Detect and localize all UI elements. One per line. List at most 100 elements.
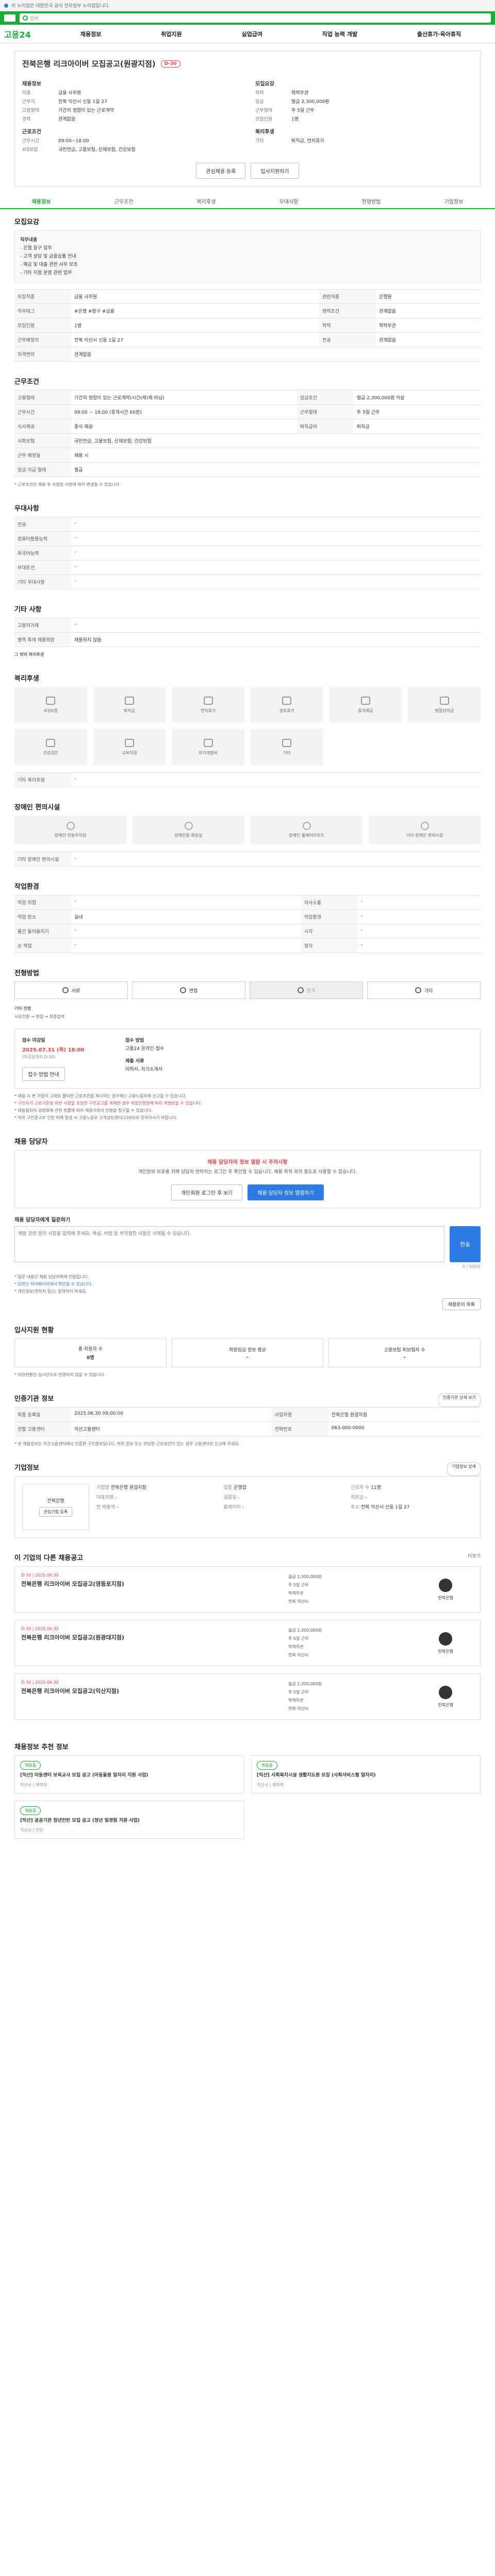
tab-welfare[interactable]: 복리후생 [165, 194, 248, 208]
kv-row: 근무지 전북 익산시 신동 1길 27 [22, 98, 240, 107]
kv-value: - [116, 1505, 119, 1510]
nav-item[interactable]: 직업 능력 개발 [322, 30, 357, 38]
cell: 퇴직금 [353, 419, 481, 434]
tab-prefer[interactable]: 우대사항 [248, 194, 330, 208]
cell: 익산고용센터 [71, 1421, 272, 1436]
facility-card: 기타 장애인 편의시설 [369, 816, 481, 844]
table-row: 물건 들어올리기 - 시각 - [14, 924, 481, 939]
deadline-col: 접수 마감일 2025.07.31 (목) 18:00 (마감일까지 D-30)… [22, 1037, 115, 1081]
cell-head: 학력 [319, 318, 376, 333]
similar-title[interactable]: [익산] 공공기관 청년인턴 모집 공고 (청년 일경험 지원 사업) [20, 1817, 238, 1824]
section-title: 모집요강 [14, 218, 39, 226]
facility-label: 장애인용 화장실 [174, 833, 203, 838]
qa-input[interactable] [14, 1226, 444, 1262]
welfare-label: 자기계발비 [199, 750, 218, 755]
kv-value: 전북은행 원광지점 [110, 1485, 146, 1490]
notice-line: * 채용 시 본 기업이 고의로 불리한 근로조건을 제시하는 경우에는 고용노… [14, 1094, 187, 1098]
login-view-button[interactable]: 개인회원 로그인 후 보기 [171, 1184, 243, 1200]
job-card-title[interactable]: 전북은행 리크아이버 모집공고(원광대지점) [21, 1633, 283, 1641]
cell: 2025.06.30 09:00:00 [71, 1407, 272, 1422]
job-card-title[interactable]: 전북은행 리크아이버 모집공고(영등포지점) [21, 1580, 283, 1588]
group-title: 모집요강 [255, 81, 274, 87]
welfare-label: 건강검진 [43, 750, 59, 755]
cell-head: 관련직종 [319, 289, 376, 304]
kv-key: 근무지 [22, 99, 35, 105]
similar-meta: 익산시 | 인턴 [20, 1828, 43, 1833]
summary-columns: 채용정보 직종 금융 사무원 근무지 전북 익산시 신동 1길 27 고용형태 기간의… [22, 76, 473, 155]
logo[interactable] [4, 14, 15, 22]
company-kv: 홈페이지 - [224, 1503, 346, 1510]
more-link[interactable]: 더보기 [468, 1552, 481, 1566]
welfare-card: 명절상여금 [408, 687, 481, 723]
cell: 채용하지 않음 [71, 632, 481, 647]
tab-condition[interactable]: 근무조건 [82, 194, 165, 208]
welfare-card: 기타 [251, 729, 323, 765]
section-title: 복리후생 [14, 675, 39, 683]
step-label: 합격 [306, 988, 316, 994]
company-logo-icon [439, 1632, 452, 1646]
cell: 학력무관 [375, 318, 481, 333]
cell-head: 사업자명 [271, 1407, 328, 1422]
deadline-date: 2025.07.31 (목) 18:00 [22, 1047, 85, 1053]
apply-button[interactable]: 입사지원하기 [251, 163, 299, 179]
kv-key: 직종 [22, 91, 31, 96]
kv-value: 월급 2,300,000원 [291, 99, 329, 105]
similar-meta: 익산시 | 계약직 [20, 1783, 47, 1787]
similar-title[interactable]: [익산] 아동센터 보육교사 모집 공고 (아동돌봄 일자리 지원 사업) [20, 1772, 238, 1779]
cell-head: 식사제공 [14, 419, 71, 434]
kv-value: 주 5일 근무 [291, 108, 315, 113]
job-summary-box: 전북은행 리크아이버 모집공고(원광지점) D-30 채용정보 직종 금융 사무원… [14, 50, 481, 187]
table-row: 모집인원 1명 학력 학력무관 [14, 318, 481, 333]
cell: - [357, 909, 481, 924]
kv-value: - [242, 1505, 244, 1510]
similar-card[interactable]: 채용중 [익산] 사회복지시설 생활지도원 모집 (사회서비스형 일자리) 익산… [251, 1755, 481, 1793]
kv-key: 근무시간 [22, 139, 40, 144]
similar-title[interactable]: [익산] 사회복지시설 생활지도원 모집 (사회서비스형 일자리) [257, 1772, 475, 1779]
kv-row: 경력 관계없음 [22, 115, 240, 124]
nav-item[interactable]: 채용정보 [80, 30, 101, 38]
job-card[interactable]: D-30 | 2025.06.30 전북은행 리크아이버 모집공고(영등포지점)… [14, 1566, 481, 1613]
section-title: 기타 사항 [14, 606, 42, 614]
nav-item[interactable]: 실업급여 [241, 30, 262, 38]
search-input[interactable]: 검색 [20, 13, 491, 23]
table-row: 손 작업 - 청각 - [14, 938, 481, 953]
qa-list-button[interactable]: 채용문의 목록 [442, 1298, 481, 1310]
kv-value: - [115, 1495, 117, 1500]
duty-box: 직무내용 - 은행 창구 업무 - 고객 상담 및 금융상품 안내 - 예금 및… [14, 230, 481, 283]
job-card-meta: 월급 2,300,000원 주 5일 근무 학력무관 전북 익산시 [288, 1626, 412, 1659]
kv-key: 임금 [255, 99, 264, 105]
health-icon [46, 738, 56, 747]
interest-company-button[interactable]: 관심기업 등록 [39, 1507, 73, 1517]
facility-card: 장애인 휠체어리프트 [251, 816, 362, 844]
interest-button[interactable]: 관심채용 등록 [196, 163, 246, 179]
insurance-icon [46, 696, 56, 705]
tab-process[interactable]: 전형방법 [330, 194, 412, 208]
apply-guide-button[interactable]: 접수 방법 안내 [22, 1067, 65, 1081]
qa-send-button[interactable]: 전송 [450, 1226, 481, 1262]
job-tag: D-30 | 2025.06.30 [21, 1680, 59, 1685]
job-card[interactable]: D-30 | 2025.06.30 전북은행 리크아이버 모집공고(익산지점) … [14, 1673, 481, 1720]
brand[interactable]: 고용24 [4, 28, 51, 40]
tab-company[interactable]: 기업정보 [412, 194, 495, 208]
nav-item[interactable]: 취업지원 [161, 30, 182, 38]
table-row: 식사제공 중식 제공 퇴직급여 퇴직금 [14, 419, 481, 434]
nav-item[interactable]: 출산휴가·육아휴직 [417, 30, 461, 38]
cell-head: 시각 [301, 924, 358, 939]
view-contact-button[interactable]: 채용 담당자 정보 열람하기 [248, 1184, 324, 1200]
table-row: 외국어능력 - [14, 546, 481, 561]
kv-value: 11명 [371, 1485, 381, 1490]
job-card-title[interactable]: 전북은행 리크아이버 모집공고(익산지점) [21, 1687, 283, 1695]
job-card[interactable]: D-30 | 2025.06.30 전북은행 리크아이버 모집공고(원광대지점)… [14, 1620, 481, 1666]
company-detail-link[interactable]: 기업정보 상세 [447, 1462, 481, 1476]
manager-detail-link[interactable]: 인증기관 상세 보기 [438, 1393, 481, 1407]
cell: 09:00 ~ 18:00 (휴게시간 60분) [71, 404, 297, 419]
welfare-label: 퇴직금 [123, 708, 136, 713]
similar-card[interactable]: 채용중 [익산] 아동센터 보육교사 모집 공고 (아동돌봄 일자리 지원 사업… [14, 1755, 244, 1793]
job-card-main: D-30 | 2025.06.30 전북은행 리크아이버 모집공고(영등포지점) [21, 1573, 283, 1606]
kv-value: 금융 사무원 [58, 91, 81, 96]
meta-line: 월급 2,300,000원 [288, 1628, 322, 1633]
step-label: 면접 [189, 988, 198, 994]
tab-recruit[interactable]: 채용정보 [0, 194, 82, 208]
similar-card[interactable]: 채용중 [익산] 공공기관 청년인턴 모집 공고 (청년 일경험 지원 사업) … [14, 1801, 244, 1839]
notice-line: * 개인정보(연락처 등)는 입력하지 마세요. [14, 1289, 87, 1294]
